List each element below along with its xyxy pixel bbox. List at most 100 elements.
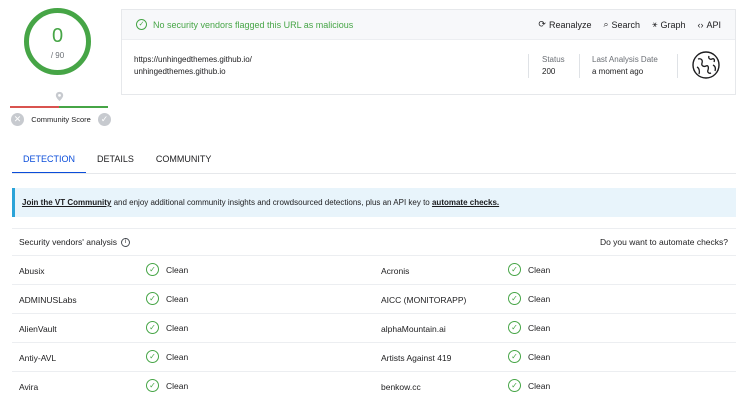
full-url[interactable]: https://unhingedthemes.github.io/ (134, 54, 252, 66)
table-row: Avira ✓ Clean benkow.cc ✓ Clean (12, 372, 736, 395)
table-row: ADMINUSLabs ✓ Clean AICC (MONITORAPP) ✓ Cl… (12, 285, 736, 314)
community-marker-icon (55, 91, 64, 102)
check-circle-icon: ✓ (146, 379, 159, 392)
check-circle-icon: ✓ (508, 321, 521, 334)
result-text: Clean (166, 293, 189, 304)
divider (528, 54, 529, 78)
check-circle-icon: ✓ (146, 321, 159, 334)
api-label: API (706, 19, 721, 30)
check-circle-icon: ✓ (508, 379, 521, 392)
detection-score-gauge: 0 / 90 (24, 8, 91, 75)
last-analysis-field: Last Analysis Date a moment ago (592, 54, 658, 78)
check-circle-icon: ✓ (508, 292, 521, 305)
no-detections-message: ✓ No security vendors flagged this URL a… (136, 19, 353, 30)
community-score-label: Community Score (31, 114, 91, 124)
vendors-title: Security vendors' analysis i (19, 237, 130, 247)
check-circle-icon: ✓ (146, 350, 159, 363)
vendor-name: Acronis (381, 266, 410, 276)
result-text: Clean (528, 351, 551, 362)
graph-button[interactable]: ⚹ Graph (652, 19, 685, 30)
vendor-name: Artists Against 419 (381, 353, 452, 363)
reanalyze-button[interactable]: ⟳ Reanalyze (538, 19, 591, 30)
vendors-table-header: Security vendors' analysis i Do you want… (12, 229, 736, 256)
vendor-result: ✓ Clean (508, 263, 550, 276)
url-summary-card: ✓ No security vendors flagged this URL a… (121, 9, 736, 95)
vendor-total: / 90 (50, 51, 65, 60)
header-actions: ⟳ Reanalyze ⌕ Search ⚹ Graph ‹› API (538, 19, 721, 30)
result-text: Clean (166, 351, 189, 362)
status-value: 200 (542, 67, 556, 76)
search-label: Search (611, 19, 641, 30)
vendor-result: ✓ Clean (508, 379, 550, 392)
vendor-name: Avira (19, 382, 39, 392)
report-tabs: DETECTION DETAILS COMMUNITY (12, 148, 222, 174)
banner-text: No security vendors flagged this URL as … (153, 19, 354, 30)
result-text: Clean (528, 380, 551, 391)
divider (677, 54, 678, 78)
vendors-title-text: Security vendors' analysis (19, 237, 117, 247)
result-text: Clean (166, 380, 189, 391)
url-host[interactable]: unhingedthemes.github.io (134, 66, 252, 78)
status-label: Status (542, 55, 565, 64)
community-info-banner: Join the VT Community and enjoy addition… (12, 188, 736, 217)
api-button[interactable]: ‹› API (697, 19, 721, 30)
last-analysis-label: Last Analysis Date (592, 55, 658, 64)
vendor-name: AlienVault (19, 324, 57, 334)
close-icon[interactable]: ✕ (11, 112, 24, 126)
search-icon: ⌕ (603, 19, 609, 29)
table-row: Antiy-AVL ✓ Clean Artists Against 419 ✓ Cl… (12, 343, 736, 372)
check-circle-icon: ✓ (508, 263, 521, 276)
result-text: Clean (166, 322, 189, 333)
result-text: Clean (166, 264, 189, 275)
vendor-result: ✓ Clean (508, 292, 550, 305)
url-globe-icon (692, 51, 720, 79)
info-banner-text: and enjoy additional community insights … (111, 198, 432, 207)
status-banner: ✓ No security vendors flagged this URL a… (122, 10, 735, 40)
vendor-result: ✓ Clean (146, 263, 188, 276)
vendor-name: benkow.cc (381, 382, 421, 392)
vendor-result: ✓ Clean (508, 321, 550, 334)
vendor-result: ✓ Clean (146, 292, 188, 305)
check-icon[interactable]: ✓ (97, 112, 111, 126)
join-community-link[interactable]: Join the VT Community (22, 198, 111, 207)
tab-details[interactable]: DETAILS (86, 148, 145, 174)
vendor-result: ✓ Clean (508, 350, 550, 363)
vendor-result: ✓ Clean (146, 350, 188, 363)
vendors-analysis-table: Security vendors' analysis i Do you want… (12, 228, 736, 395)
url-info: https://unhingedthemes.github.io/ unhing… (134, 54, 252, 78)
check-circle-icon: ✓ (136, 19, 147, 30)
search-button[interactable]: ⌕ Search (603, 19, 640, 30)
automate-checks-link[interactable]: automate checks. (432, 198, 499, 207)
vendor-result: ✓ Clean (146, 379, 188, 392)
status-field: Status 200 (542, 54, 565, 78)
vendor-name: ADMINUSLabs (19, 295, 77, 305)
result-text: Clean (528, 264, 551, 275)
vendor-name: AICC (MONITORAPP) (381, 295, 467, 305)
detection-count: 0 (51, 25, 64, 47)
check-circle-icon: ✓ (146, 263, 159, 276)
api-icon: ‹› (697, 19, 704, 30)
community-score-row: ✕ Community Score ✓ (11, 111, 111, 127)
check-circle-icon: ✓ (146, 292, 159, 305)
table-row: AlienVault ✓ Clean alphaMountain.ai ✓ Clea… (12, 314, 736, 343)
tab-detection[interactable]: DETECTION (12, 148, 87, 174)
vendor-result: ✓ Clean (146, 321, 188, 334)
divider (579, 54, 580, 78)
automate-prompt[interactable]: Do you want to automate checks? (600, 237, 728, 247)
last-analysis-value: a moment ago (592, 67, 644, 76)
reanalyze-icon: ⟳ (538, 19, 546, 29)
community-score-bar (10, 106, 108, 108)
graph-icon: ⚹ (652, 19, 658, 29)
reanalyze-label: Reanalyze (548, 19, 592, 30)
tab-divider (12, 173, 736, 174)
vendor-name: Antiy-AVL (19, 353, 57, 363)
info-icon[interactable]: i (121, 237, 130, 247)
result-text: Clean (528, 322, 551, 333)
vendor-name: Abusix (19, 266, 45, 276)
table-row: Abusix ✓ Clean Acronis ✓ Clean (12, 256, 736, 285)
vendor-name: alphaMountain.ai (381, 324, 446, 334)
result-text: Clean (528, 293, 551, 304)
check-circle-icon: ✓ (508, 350, 521, 363)
tab-community[interactable]: COMMUNITY (145, 148, 223, 174)
graph-label: Graph (660, 19, 686, 30)
